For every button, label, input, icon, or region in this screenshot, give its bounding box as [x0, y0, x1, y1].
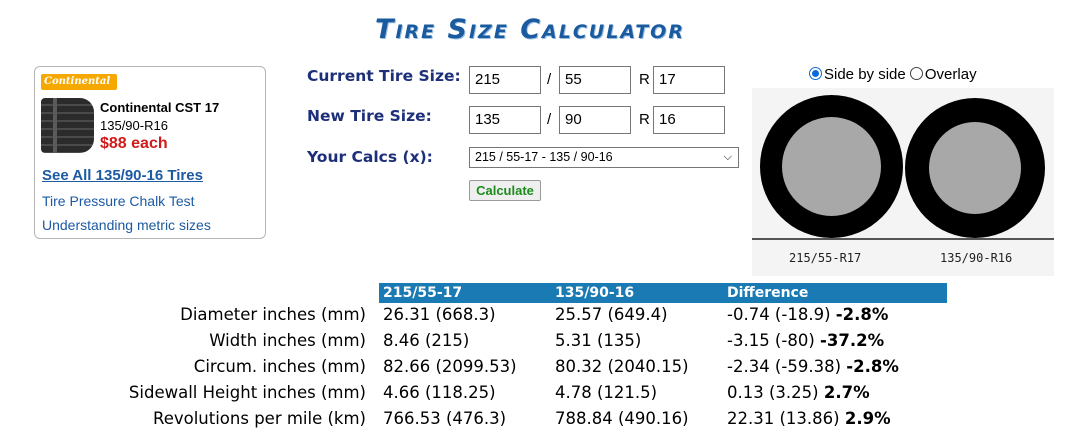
- current-rim-input[interactable]: 17: [653, 66, 725, 94]
- revolutions-new: 788.84 (490.16): [555, 409, 689, 428]
- diameter-diff-value: -0.74 (-18.9): [727, 305, 831, 324]
- width-diff-value: -3.15 (-80): [727, 331, 815, 350]
- overlay-label[interactable]: Overlay: [925, 66, 977, 83]
- diameter-new: 25.57 (649.4): [555, 305, 668, 324]
- header-difference: Difference: [727, 285, 809, 301]
- row-label-diameter: Diameter inches (mm): [180, 305, 366, 324]
- side-by-side-label[interactable]: Side by side: [824, 66, 906, 83]
- tire-pressure-link[interactable]: Tire Pressure Chalk Test: [42, 193, 195, 209]
- new-aspect-input[interactable]: 90: [559, 106, 631, 134]
- ad-tire-size: 135/90-R16: [100, 118, 168, 133]
- new-rim-graphic: [929, 122, 1021, 214]
- ground-line: [752, 238, 1054, 240]
- sidewall-diff: 0.13 (3.25) 2.7%: [727, 383, 870, 402]
- row-label-revolutions: Revolutions per mile (km): [152, 409, 366, 428]
- revolutions-current: 766.53 (476.3): [383, 409, 507, 428]
- sidewall-current: 4.66 (118.25): [383, 383, 496, 402]
- sidewall-diff-pct: 2.7%: [823, 383, 870, 402]
- tire-thumbnail[interactable]: [41, 98, 94, 153]
- new-rim-input[interactable]: 16: [653, 106, 725, 134]
- continental-logo: Continental: [41, 74, 117, 90]
- new-tire-label: 135/90-R16: [940, 251, 1013, 265]
- your-calcs-label: Your Calcs (x):: [307, 148, 433, 166]
- side-by-side-radio[interactable]: [809, 67, 822, 80]
- your-calcs-value: 215 / 55-17 - 135 / 90-16: [475, 150, 613, 164]
- current-aspect-input[interactable]: 55: [559, 66, 631, 94]
- new-r-label: R: [639, 111, 650, 128]
- new-width-input[interactable]: 135: [469, 106, 541, 134]
- current-slash: /: [547, 71, 552, 88]
- see-all-tires-link[interactable]: See All 135/90-16 Tires: [42, 167, 203, 184]
- sidewall-diff-value: 0.13 (3.25): [727, 383, 819, 402]
- page-title: Tire Size Calculator: [375, 14, 685, 45]
- row-label-width: Width inches (mm): [209, 331, 366, 350]
- circumference-current: 82.66 (2099.53): [383, 357, 517, 376]
- diameter-diff-pct: -2.8%: [835, 305, 889, 324]
- new-tire-graphic: [905, 98, 1045, 238]
- current-width-input[interactable]: 215: [469, 66, 541, 94]
- new-tire-size-label: New Tire Size:: [307, 107, 432, 125]
- circumference-diff-pct: -2.8%: [846, 357, 899, 376]
- diameter-current: 26.31 (668.3): [383, 305, 496, 324]
- your-calcs-select[interactable]: 215 / 55-17 - 135 / 90-16 ⌵: [469, 147, 739, 168]
- circumference-new: 80.32 (2040.15): [555, 357, 689, 376]
- circumference-diff-value: -2.34 (-59.38): [727, 357, 842, 376]
- current-r-label: R: [639, 71, 650, 88]
- width-current: 8.46 (215): [383, 331, 470, 350]
- metric-sizes-link[interactable]: Understanding metric sizes: [42, 217, 211, 233]
- new-slash: /: [547, 111, 552, 128]
- current-rim-graphic: [782, 117, 881, 216]
- revolutions-diff-value: 22.31 (13.86): [727, 409, 840, 428]
- revolutions-diff-pct: 2.9%: [844, 409, 891, 428]
- header-new: 135/90-16: [555, 285, 635, 301]
- current-tire-label: 215/55-R17: [789, 251, 862, 265]
- results-header-row: 215/55-17 135/90-16 Difference: [379, 283, 947, 303]
- revolutions-diff: 22.31 (13.86) 2.9%: [727, 409, 891, 428]
- chevron-down-icon: ⌵: [723, 151, 732, 163]
- row-label-sidewall: Sidewall Height inches (mm): [128, 383, 366, 402]
- overlay-radio[interactable]: [909, 67, 923, 80]
- width-new: 5.31 (135): [555, 331, 642, 350]
- view-mode-options: Side by side Overlay: [809, 66, 977, 83]
- circumference-diff: -2.34 (-59.38) -2.8%: [727, 357, 899, 376]
- current-tire-size-label: Current Tire Size:: [307, 67, 461, 85]
- ad-tire-model[interactable]: Continental CST 17: [100, 100, 219, 115]
- header-current: 215/55-17: [383, 285, 463, 301]
- row-label-circumference: Circum. inches (mm): [193, 357, 366, 376]
- width-diff: -3.15 (-80) -37.2%: [727, 331, 884, 350]
- sidewall-new: 4.78 (121.5): [555, 383, 658, 402]
- current-tire-graphic: [760, 95, 903, 238]
- diameter-diff: -0.74 (-18.9) -2.8%: [727, 305, 888, 324]
- width-diff-pct: -37.2%: [820, 331, 885, 350]
- tire-ad-box: Continental Continental CST 17 135/90-R1…: [34, 66, 266, 239]
- ad-tire-price: $88 each: [100, 135, 168, 152]
- calculate-button[interactable]: Calculate: [469, 180, 541, 201]
- tire-comparison-visual: 215/55-R17 135/90-R16: [752, 88, 1054, 276]
